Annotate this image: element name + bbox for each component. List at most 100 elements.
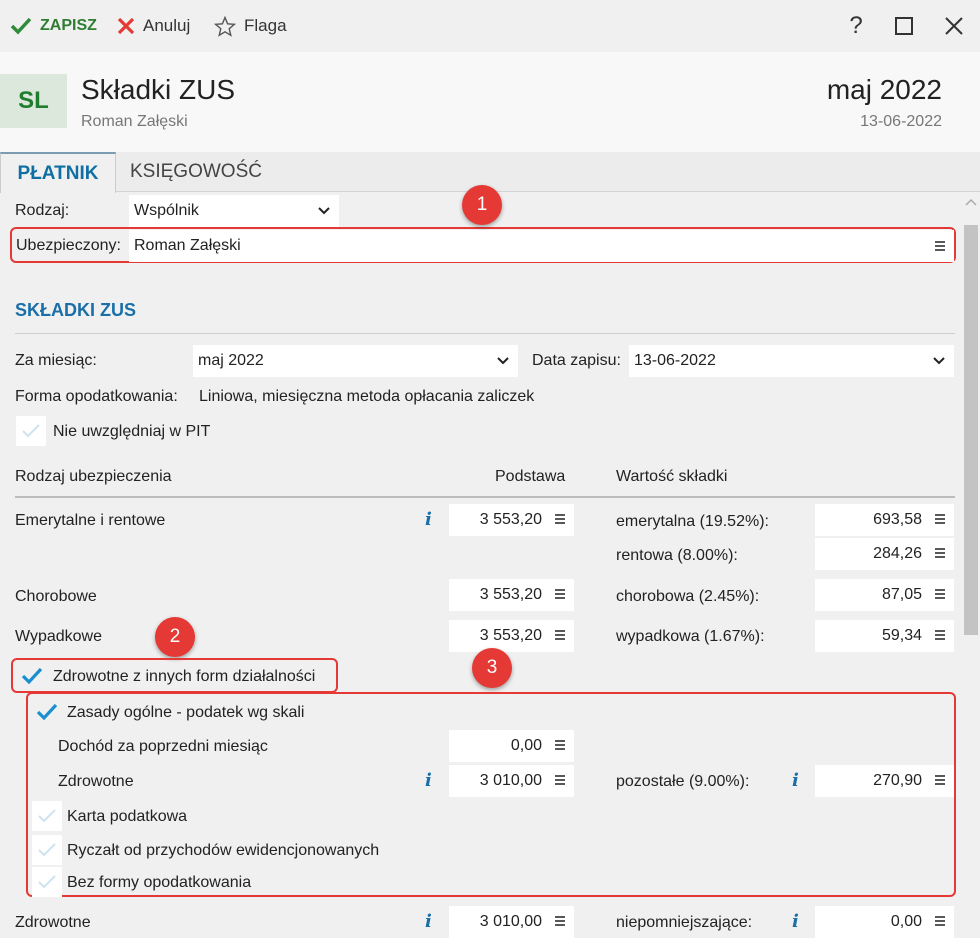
chevron-down-icon (318, 207, 330, 215)
health-base[interactable]: 3 010,00 (449, 906, 574, 938)
pension-label: Emerytalne i rentowe (15, 512, 166, 529)
menu-icon[interactable] (554, 513, 566, 525)
header-date: 13-06-2022 (860, 113, 942, 130)
check-icon (10, 17, 32, 35)
cancel-button[interactable]: Anuluj (117, 0, 190, 52)
health-base-value: 3 010,00 (479, 913, 542, 930)
info-icon[interactable]: i (425, 509, 432, 530)
pension-sub2-field[interactable]: 284,26 (815, 538, 954, 570)
health-sub-value: 0,00 (890, 913, 922, 930)
other-value: 270,90 (873, 772, 922, 789)
info-icon[interactable]: i (792, 770, 799, 791)
menu-icon[interactable] (554, 774, 566, 786)
menu-icon[interactable] (934, 915, 946, 927)
health-other-checkbox[interactable] (17, 661, 47, 691)
pension-base[interactable]: 3 553,20 (449, 504, 574, 536)
exclude-pit-label: Nie uwzględniaj w PIT (53, 423, 211, 440)
prev-income-field[interactable]: 0,00 (449, 730, 574, 762)
health-sub-field[interactable]: 0,00 (815, 906, 954, 938)
date-label: Data zapisu: (532, 352, 621, 369)
tax-form-value: Liniowa, miesięczna metoda opłacania zal… (199, 388, 535, 405)
accident-base[interactable]: 3 553,20 (449, 620, 574, 652)
info-icon[interactable]: i (425, 911, 432, 932)
window-close-button[interactable] (938, 10, 970, 42)
section-title: SKŁADKI ZUS (15, 300, 136, 320)
date-select[interactable]: 13-06-2022 (629, 345, 954, 377)
kind-select[interactable]: Wspólnik (129, 195, 339, 227)
sickness-sub-label: chorobowa (2.45%): (616, 588, 760, 605)
maximize-icon (895, 17, 913, 35)
flag-button[interactable]: Flaga (214, 0, 287, 52)
insured-label: Ubezpieczony: (16, 237, 121, 254)
page-title: Składki ZUS (81, 74, 236, 105)
sickness-base[interactable]: 3 553,20 (449, 579, 574, 611)
date-value: 13-06-2022 (634, 352, 716, 369)
month-select[interactable]: maj 2022 (193, 345, 518, 377)
health-label: Zdrowotne (15, 914, 91, 931)
lump-checkbox[interactable] (32, 835, 62, 865)
check-icon (38, 843, 56, 857)
table-divider (15, 496, 955, 498)
menu-icon[interactable] (554, 629, 566, 641)
general-health-base-value: 3 010,00 (479, 772, 542, 789)
accident-sub-label: wypadkowa (1.67%): (616, 628, 765, 645)
insured-field[interactable]: Roman Załęski (129, 230, 954, 262)
pension-sub2-value: 284,26 (873, 545, 922, 562)
header-period: maj 2022 (826, 74, 942, 105)
health-sub-label: niepomniejszające: (616, 914, 753, 931)
menu-icon[interactable] (934, 240, 946, 252)
pension-sub1-field[interactable]: 693,58 (815, 504, 954, 536)
general-health-base[interactable]: 3 010,00 (449, 765, 574, 797)
accident-sub-field[interactable]: 59,34 (815, 620, 954, 652)
exclude-pit-checkbox[interactable] (16, 416, 46, 446)
save-label: ZAPISZ (40, 17, 97, 34)
no-form-checkbox[interactable] (32, 867, 62, 897)
help-icon: ? (849, 12, 863, 39)
info-icon[interactable]: i (425, 770, 432, 791)
save-button[interactable]: ZAPISZ (10, 0, 97, 52)
menu-icon[interactable] (554, 915, 566, 927)
menu-icon[interactable] (934, 547, 946, 559)
chevron-down-icon (497, 357, 509, 365)
pension-sub2-label: rentowa (8.00%): (616, 547, 738, 564)
tab-accounting[interactable]: KSIĘGOWOŚĆ (130, 152, 262, 192)
section-divider (15, 333, 955, 334)
no-form-label: Bez formy opodatkowania (67, 874, 252, 891)
close-icon (117, 17, 135, 35)
check-icon (38, 809, 56, 823)
accident-base-value: 3 553,20 (479, 627, 542, 644)
star-icon (214, 15, 236, 37)
column-base: Podstawa (495, 468, 566, 485)
sickness-base-value: 3 553,20 (479, 586, 542, 603)
insured-value: Roman Załęski (134, 237, 241, 254)
card-checkbox[interactable] (32, 801, 62, 831)
kind-label: Rodzaj: (15, 202, 70, 219)
menu-icon[interactable] (554, 588, 566, 600)
flag-label: Flaga (244, 16, 287, 35)
avatar: SL (0, 74, 67, 128)
menu-icon[interactable] (934, 774, 946, 786)
menu-icon[interactable] (934, 513, 946, 525)
menu-icon[interactable] (554, 739, 566, 751)
menu-icon[interactable] (934, 588, 946, 600)
check-icon (22, 424, 40, 438)
cancel-label: Anuluj (143, 16, 191, 35)
badge-3: 3 (472, 648, 512, 688)
info-icon[interactable]: i (792, 911, 799, 932)
month-value: maj 2022 (198, 352, 264, 369)
column-type: Rodzaj ubezpieczenia (15, 468, 172, 485)
check-icon (21, 667, 43, 685)
pension-sub1-value: 693,58 (873, 511, 922, 528)
scroll-up-icon[interactable] (965, 198, 977, 206)
scrollbar-thumb[interactable] (964, 225, 978, 635)
other-field[interactable]: 270,90 (815, 765, 954, 797)
maximize-button[interactable] (888, 10, 920, 42)
check-icon (36, 703, 58, 721)
menu-icon[interactable] (934, 629, 946, 641)
tab-payer[interactable]: PŁATNIK (0, 152, 116, 193)
general-rules-label: Zasady ogólne - podatek wg skali (67, 704, 305, 721)
accident-label: Wypadkowe (15, 628, 103, 645)
general-rules-checkbox[interactable] (32, 697, 62, 727)
sickness-sub-field[interactable]: 87,05 (815, 579, 954, 611)
help-button[interactable]: ? (840, 10, 872, 42)
